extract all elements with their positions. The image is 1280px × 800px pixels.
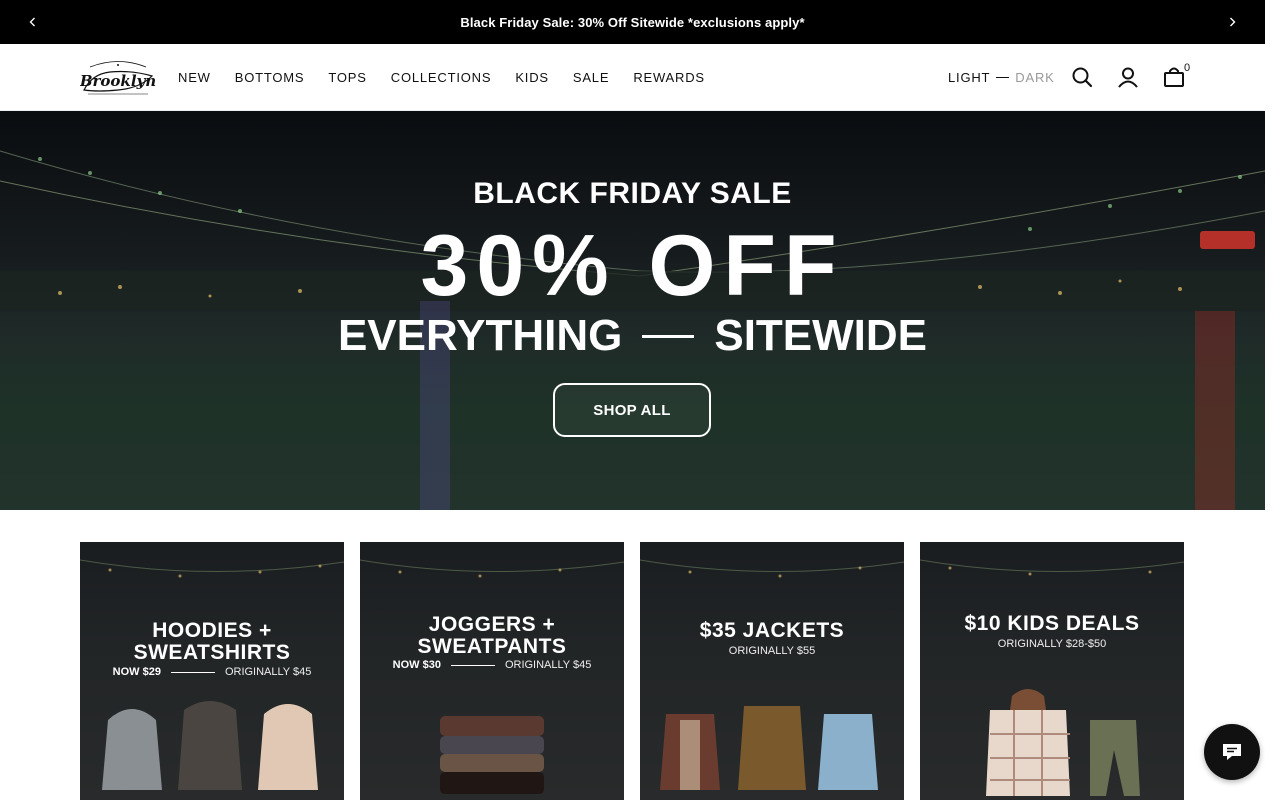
card-kids-deals[interactable]: $10 KIDS DEALS ORIGINALLY $28-$50 bbox=[920, 542, 1184, 800]
theme-divider bbox=[996, 77, 1010, 78]
nav-item-tops[interactable]: TOPS bbox=[328, 70, 366, 85]
theme-light-option[interactable]: LIGHT bbox=[948, 70, 990, 85]
kids-clothes-image bbox=[986, 689, 1140, 796]
main-nav: NEW BOTTOMS TOPS COLLECTIONS KIDS SALE R… bbox=[178, 44, 729, 111]
card-price: ORIGINALLY $28-$50 bbox=[920, 638, 1184, 650]
hero-headline: 30% OFF bbox=[420, 218, 845, 314]
hoodies-image bbox=[102, 701, 318, 790]
card-now-price: NOW $30 bbox=[392, 659, 441, 671]
nav-item-collections[interactable]: COLLECTIONS bbox=[391, 70, 492, 85]
announcement-text[interactable]: Black Friday Sale: 30% Off Sitewide *exc… bbox=[460, 15, 804, 30]
nav-item-new[interactable]: NEW bbox=[178, 70, 211, 85]
card-price: NOW $29 ORIGINALLY $45 bbox=[80, 666, 344, 678]
cart-count: 0 bbox=[1184, 62, 1191, 74]
card-title-line1: $35 JACKETS bbox=[699, 619, 845, 642]
hero-tag-right: SITEWIDE bbox=[714, 311, 928, 360]
chat-icon[interactable] bbox=[1204, 724, 1260, 780]
hero-tag-divider bbox=[642, 334, 695, 338]
card-original-price: ORIGINALLY $45 bbox=[224, 666, 312, 678]
nav-item-bottoms[interactable]: BOTTOMS bbox=[235, 70, 305, 85]
nav-item-sale[interactable]: SALE bbox=[573, 70, 609, 85]
jackets-image bbox=[660, 706, 878, 790]
card-jackets[interactable]: $35 JACKETS ORIGINALLY $55 bbox=[640, 542, 904, 800]
card-original-price: ORIGINALLY $55 bbox=[728, 645, 816, 657]
card-price: ORIGINALLY $55 bbox=[640, 645, 904, 657]
card-title-line2: SWEATSHIRTS bbox=[133, 641, 291, 664]
card-original-price: ORIGINALLY $28-$50 bbox=[997, 638, 1107, 650]
shop-all-button[interactable]: SHOP ALL bbox=[553, 383, 711, 437]
chevron-right-icon[interactable] bbox=[1222, 12, 1242, 32]
joggers-image bbox=[440, 716, 544, 794]
account-icon[interactable] bbox=[1115, 64, 1141, 90]
card-price: NOW $30 ORIGINALLY $45 bbox=[360, 659, 624, 671]
hero-tag-left: EVERYTHING bbox=[337, 311, 623, 360]
card-now-price: NOW $29 bbox=[112, 666, 161, 678]
card-hoodies-sweatshirts[interactable]: HOODIES + SWEATSHIRTS NOW $29 ORIGINALLY… bbox=[80, 542, 344, 800]
nav-item-rewards[interactable]: REWARDS bbox=[633, 70, 705, 85]
brand-logo[interactable]: Brooklyn bbox=[79, 56, 156, 100]
card-title-line1: JOGGERS + bbox=[428, 613, 556, 636]
svg-text:Brooklyn: Brooklyn bbox=[80, 72, 156, 90]
nav-item-kids[interactable]: KIDS bbox=[515, 70, 549, 85]
hero-subtitle: BLACK FRIDAY SALE bbox=[473, 177, 792, 210]
chevron-left-icon[interactable] bbox=[23, 12, 43, 32]
announcement-bar: Black Friday Sale: 30% Off Sitewide *exc… bbox=[0, 0, 1265, 44]
card-price-divider bbox=[170, 671, 215, 673]
site-header: Brooklyn NEW BOTTOMS TOPS COLLECTIONS KI… bbox=[0, 44, 1265, 111]
theme-dark-option[interactable]: DARK bbox=[1015, 70, 1054, 85]
theme-toggle: LIGHT DARK bbox=[948, 44, 1055, 111]
card-joggers-sweatpants[interactable]: JOGGERS + SWEATPANTS NOW $30 ORIGINALLY … bbox=[360, 542, 624, 800]
card-title-line2: SWEATPANTS bbox=[417, 635, 567, 658]
hero-banner[interactable]: BLACK FRIDAY SALE 30% OFF EVERYTHING SIT… bbox=[0, 111, 1265, 510]
card-original-price: ORIGINALLY $45 bbox=[504, 659, 592, 671]
category-cards: HOODIES + SWEATSHIRTS NOW $29 ORIGINALLY… bbox=[80, 542, 1185, 800]
card-title-line1: HOODIES + bbox=[152, 619, 272, 642]
search-icon[interactable] bbox=[1069, 64, 1095, 90]
card-price-divider bbox=[450, 664, 495, 666]
card-title-line1: $10 KIDS DEALS bbox=[964, 612, 1140, 635]
hero-tagline: EVERYTHING SITEWIDE bbox=[0, 311, 1265, 361]
